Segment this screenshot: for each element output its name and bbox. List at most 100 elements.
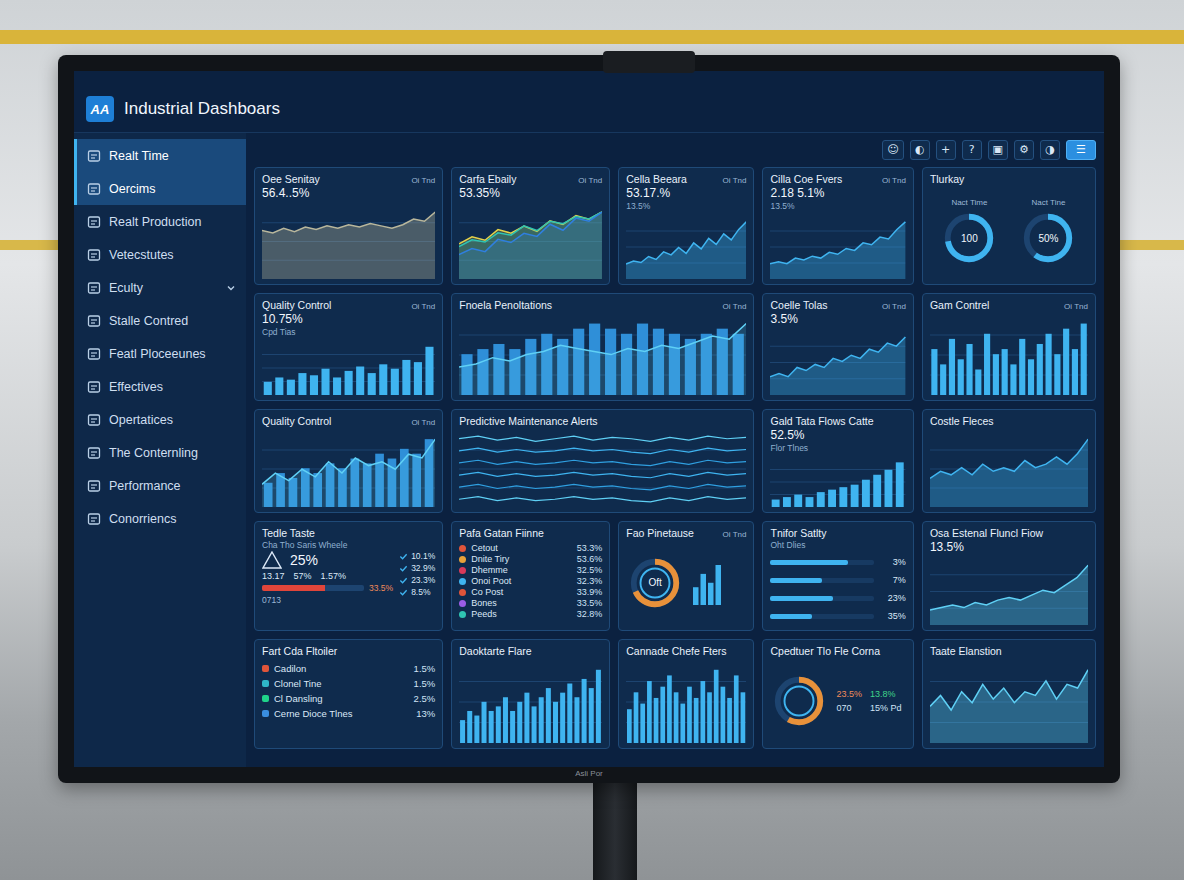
chart-bar[interactable]	[532, 706, 537, 743]
chart-bar[interactable]	[949, 339, 955, 395]
toolbar-button[interactable]: ◐	[910, 140, 930, 160]
dashboard-card[interactable]: Taate Elanstion	[922, 639, 1096, 749]
chart-bar[interactable]	[896, 462, 904, 507]
chart-bar[interactable]	[1019, 339, 1025, 395]
chart-bar[interactable]	[701, 573, 707, 604]
chart-bar[interactable]	[707, 692, 712, 743]
list-row[interactable]: Bones33.5%	[459, 598, 602, 609]
chart-bar[interactable]	[1081, 324, 1087, 395]
sidebar-item[interactable]: Oercims	[74, 172, 246, 205]
chart-bar[interactable]	[460, 720, 465, 743]
chart-bar[interactable]	[482, 702, 487, 743]
chart-bar[interactable]	[721, 687, 726, 743]
chart-bar[interactable]	[694, 698, 699, 743]
chart-bar[interactable]	[489, 711, 494, 743]
toolbar-button[interactable]: ?	[962, 140, 982, 160]
chart-bar[interactable]	[575, 697, 580, 743]
dashboard-card[interactable]: Fnoela PenoltationsOi Tnd	[451, 293, 754, 401]
chart-bar[interactable]	[647, 681, 652, 743]
toolbar-button[interactable]: ▣	[988, 140, 1008, 160]
chart-bar[interactable]	[966, 344, 972, 395]
dashboard-card[interactable]: Oee SenitayOi Tnd56.4..5%	[254, 167, 443, 285]
chart-bar[interactable]	[1028, 359, 1034, 395]
dashboard-card[interactable]: Daoktarte Flare	[451, 639, 610, 749]
chart-bar[interactable]	[1037, 344, 1043, 395]
sidebar-item[interactable]: The Conternling	[74, 436, 246, 469]
chart-bar[interactable]	[795, 495, 803, 507]
dashboard-card[interactable]: Predictive Maintenance Alerts	[451, 409, 754, 513]
sidebar-item[interactable]: Opertatices	[74, 403, 246, 436]
chart-bar[interactable]	[333, 377, 341, 395]
chart-bar[interactable]	[356, 367, 364, 395]
chart-bar[interactable]	[568, 684, 573, 743]
dashboard-card[interactable]: Carfa EbailyOi Tnd53.35%	[451, 167, 610, 285]
toolbar-button[interactable]: ☰	[1066, 140, 1096, 160]
chart-bar[interactable]	[510, 711, 515, 743]
list-row[interactable]: Clonel Tine1.5%	[262, 676, 435, 691]
chart-bar[interactable]	[503, 697, 508, 743]
chart-bar[interactable]	[379, 364, 387, 395]
dashboard-card[interactable]: Costle Fleces	[922, 409, 1096, 513]
sidebar-item[interactable]: Realt Time	[74, 139, 246, 172]
chart-bar[interactable]	[1001, 349, 1007, 395]
chart-bar[interactable]	[783, 497, 791, 507]
sidebar-item[interactable]: Stalle Contred	[74, 304, 246, 337]
chart-bar[interactable]	[674, 692, 679, 743]
chart-bar[interactable]	[414, 362, 422, 395]
dashboard-card[interactable]: Cpedtuer Tlo Fle Corna23.5%13.8%07015% P…	[762, 639, 913, 749]
chart-bar[interactable]	[475, 716, 480, 743]
chart-bar[interactable]	[596, 670, 601, 743]
sidebar-item[interactable]: Realt Production	[74, 205, 246, 238]
chart-bar[interactable]	[345, 371, 353, 395]
sidebar-item[interactable]: Conorriencs	[74, 502, 246, 535]
chart-bar[interactable]	[940, 364, 946, 395]
dashboard-card[interactable]: Fart Cda FltoilerCadilon1.5%Clonel Tine1…	[254, 639, 443, 749]
chart-bar[interactable]	[496, 706, 501, 743]
dashboard-card[interactable]: TlurkayNact Time100Nact Tine50%	[922, 167, 1096, 285]
dashboard-card[interactable]: Gald Tata Flows Catte52.5%Flor Tlnes	[762, 409, 913, 513]
dashboard-card[interactable]: Quality ControlOi Tnd10.75%Cpd Tias	[254, 293, 443, 401]
chart-bar[interactable]	[716, 565, 722, 605]
list-row[interactable]: Co Post33.9%	[459, 587, 602, 598]
dashboard-card[interactable]: Coelle TolasOi Tnd3.5%	[762, 293, 913, 401]
toolbar-button[interactable]: +	[936, 140, 956, 160]
chart-bar[interactable]	[701, 681, 706, 743]
chart-bar[interactable]	[862, 480, 870, 507]
chart-bar[interactable]	[874, 475, 882, 507]
toolbar-button[interactable]: ⚙	[1014, 140, 1034, 160]
chart-bar[interactable]	[654, 698, 659, 743]
chart-bar[interactable]	[741, 692, 746, 743]
chart-bar[interactable]	[368, 373, 376, 395]
chart-bar[interactable]	[829, 490, 837, 507]
chart-bar[interactable]	[1063, 329, 1069, 395]
chart-bar[interactable]	[560, 693, 565, 743]
chart-bar[interactable]	[1010, 364, 1016, 395]
list-row[interactable]: Cadilon1.5%	[262, 661, 435, 676]
chart-bar[interactable]	[806, 497, 814, 507]
dashboard-card[interactable]: Cella BeearaOi Tnd53.17.%13.5%	[618, 167, 754, 285]
chart-bar[interactable]	[298, 373, 306, 395]
dashboard-card[interactable]: Cannade Chefe Fters	[618, 639, 754, 749]
sidebar-item[interactable]: Performance	[74, 469, 246, 502]
chart-bar[interactable]	[975, 369, 981, 395]
dashboard-card[interactable]: Quality ControlOi Tnd	[254, 409, 443, 513]
chart-bar[interactable]	[275, 377, 283, 395]
chart-bar[interactable]	[661, 687, 666, 743]
list-row[interactable]: Cetout53.3%	[459, 543, 602, 554]
toolbar-button[interactable]: ☺	[882, 140, 903, 160]
dashboard-card[interactable]: Fao PinetauseOi TndOft	[618, 521, 754, 631]
chart-bar[interactable]	[310, 375, 318, 395]
sidebar-item[interactable]: Effectives	[74, 370, 246, 403]
chart-bar[interactable]	[264, 382, 272, 395]
dashboard-card[interactable]: Tedle TasteCha Tho Saris Wheele25%13.175…	[254, 521, 443, 631]
sidebar-item[interactable]: Vetecstutes	[74, 238, 246, 271]
list-row[interactable]: Onoi Poot32.3%	[459, 576, 602, 587]
dashboard-card[interactable]: Pafa Gatan FiinneCetout53.3%Dnite Tiry53…	[451, 521, 610, 631]
dashboard-card[interactable]: Tnifor SatltyOht Dlies3%7%23%35%	[762, 521, 913, 631]
chart-bar[interactable]	[851, 485, 859, 507]
toolbar-button[interactable]: ◑	[1040, 140, 1060, 160]
chart-bar[interactable]	[840, 487, 848, 507]
list-row[interactable]: Dhemme32.5%	[459, 565, 602, 576]
chart-bar[interactable]	[817, 492, 825, 507]
chart-bar[interactable]	[546, 688, 551, 743]
